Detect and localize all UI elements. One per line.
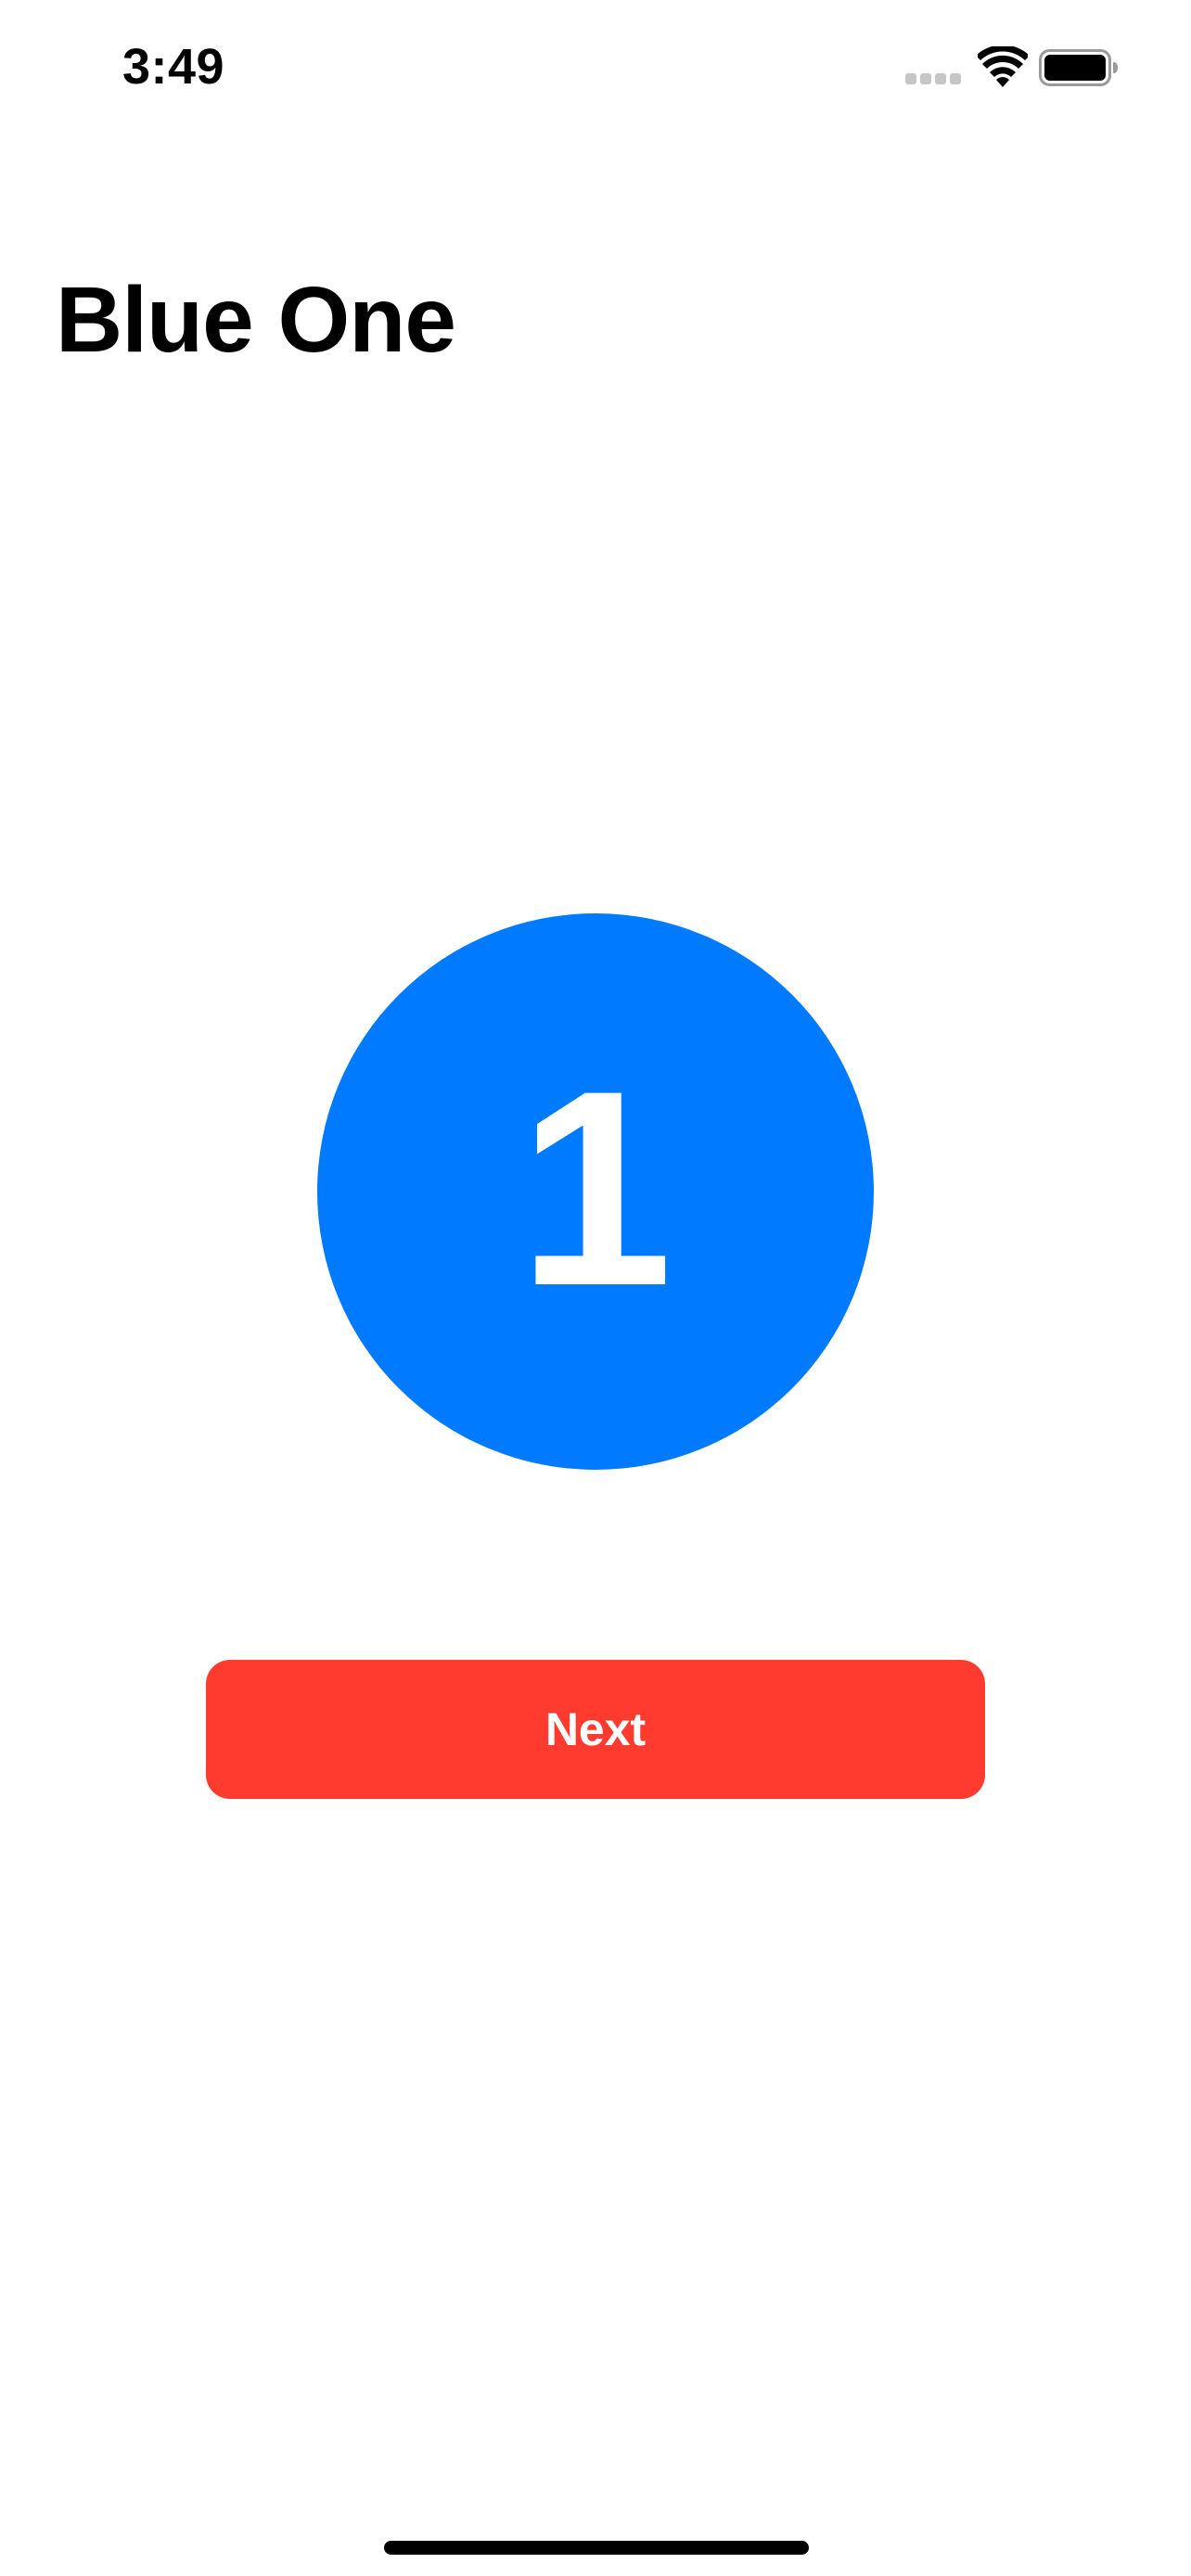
number-circle: 1 bbox=[317, 913, 874, 1470]
home-indicator[interactable] bbox=[384, 2541, 809, 2555]
circle-number: 1 bbox=[518, 1032, 673, 1344]
page-title: Blue One bbox=[56, 268, 456, 372]
battery-icon bbox=[1039, 49, 1118, 86]
status-bar: 3:49 bbox=[0, 0, 1191, 139]
signal-dots-icon bbox=[905, 73, 963, 84]
wifi-icon bbox=[978, 46, 1028, 87]
status-time: 3:49 bbox=[122, 39, 225, 95]
next-button[interactable]: Next bbox=[206, 1660, 985, 1799]
